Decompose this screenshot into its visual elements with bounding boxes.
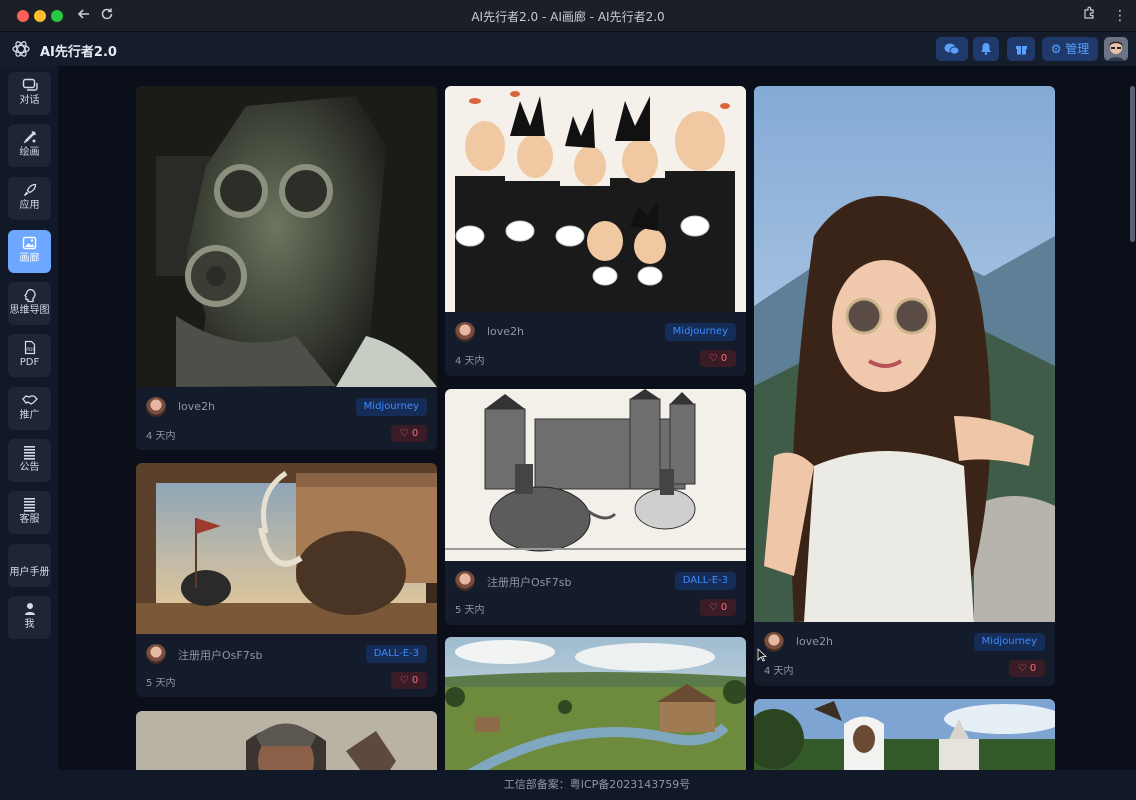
brand-title: AI先行者2.0 xyxy=(40,45,117,60)
heart-icon: ♡ xyxy=(1017,663,1027,674)
notification-button[interactable] xyxy=(973,37,999,61)
sidebar-item-pdf[interactable]: PDF PDF xyxy=(8,334,51,377)
author-avatar xyxy=(455,322,475,342)
gallery-card[interactable]: love2h Midjourney 4 天内 ♡ 0 xyxy=(136,86,437,450)
sidebar-item-manual[interactable]: 用户手册 xyxy=(8,544,51,587)
sidebar-item-promote[interactable]: 推广 xyxy=(8,387,51,430)
author-avatar xyxy=(455,571,475,591)
sidebar-item-me[interactable]: 我 xyxy=(8,596,51,639)
gallery-image[interactable] xyxy=(136,463,437,634)
author-name[interactable]: love2h xyxy=(796,635,833,648)
icp-record-link[interactable]: 工信部备案：粤ICP备2023143759号 xyxy=(504,778,691,791)
app-header: AI先行者2.0 ⚙ 管理 xyxy=(0,32,1136,66)
author-name[interactable]: love2h xyxy=(487,325,524,338)
sidebar-item-apps[interactable]: 应用 xyxy=(8,177,51,220)
chat-icon xyxy=(8,72,51,94)
like-button[interactable]: ♡ 0 xyxy=(391,672,427,689)
gallery-card[interactable] xyxy=(445,637,746,770)
like-button[interactable]: ♡ 0 xyxy=(1009,660,1045,677)
scrollbar[interactable] xyxy=(1130,86,1135,242)
card-meta: love2h Midjourney 4 天内 ♡ 0 xyxy=(136,387,437,450)
gallery-image[interactable] xyxy=(136,711,437,770)
paint-icon xyxy=(8,124,51,146)
like-button[interactable]: ♡ 0 xyxy=(391,425,427,442)
gift-button[interactable] xyxy=(1007,37,1035,61)
gallery-card[interactable]: 注册用户OsF7sb DALL-E-3 5 天内 ♡ 0 xyxy=(136,463,437,697)
handshake-icon xyxy=(8,387,51,409)
browser-titlebar: AI先行者2.0 - AI画廊 - AI先行者2.0 ⋮ xyxy=(0,0,1136,32)
gallery-card[interactable]: love2h Midjourney 4 天内 ♡ 0 xyxy=(445,86,746,376)
gallery-image[interactable] xyxy=(445,86,746,312)
author-avatar xyxy=(146,644,166,664)
post-time: 5 天内 xyxy=(146,678,176,689)
more-menu-icon[interactable]: ⋮ xyxy=(1110,6,1130,26)
admin-button[interactable]: ⚙ 管理 xyxy=(1042,37,1098,61)
heart-icon: ♡ xyxy=(708,353,718,364)
pdf-icon: PDF xyxy=(8,334,51,356)
like-button[interactable]: ♡ 0 xyxy=(700,599,736,616)
wechat-icon xyxy=(944,43,960,55)
notice-icon xyxy=(8,439,51,461)
model-badge: Midjourney xyxy=(664,323,736,341)
author-avatar xyxy=(764,632,784,652)
gallery-main: love2h Midjourney 4 天内 ♡ 0 注册用户OsF7sb DA… xyxy=(58,66,1136,770)
gallery-image[interactable] xyxy=(136,86,437,387)
heart-icon: ♡ xyxy=(708,602,718,613)
card-meta: love2h Midjourney 4 天内 ♡ 0 xyxy=(445,312,746,376)
sidebar: 对话 绘画 应用 画廊 思维导图 PDF PDF 推广 公告 客服 用户手册 我 xyxy=(0,66,58,800)
card-meta: 注册用户OsF7sb DALL-E-3 5 天内 ♡ 0 xyxy=(136,634,437,697)
gear-icon: ⚙ xyxy=(1050,42,1062,56)
author-name[interactable]: 注册用户OsF7sb xyxy=(178,647,262,663)
window-title: AI先行者2.0 - AI画廊 - AI先行者2.0 xyxy=(471,10,665,24)
gallery-card[interactable]: 注册用户OsF7sb DALL-E-3 5 天内 ♡ 0 xyxy=(445,389,746,625)
author-name[interactable]: love2h xyxy=(178,400,215,413)
heart-icon: ♡ xyxy=(399,675,409,686)
model-badge: Midjourney xyxy=(355,398,427,416)
gift-icon xyxy=(1015,46,1027,55)
sidebar-item-notice[interactable]: 公告 xyxy=(8,439,51,482)
support-icon xyxy=(8,491,51,513)
extensions-icon[interactable] xyxy=(1079,6,1099,26)
model-badge: DALL-E-3 xyxy=(365,645,427,663)
post-time: 4 天内 xyxy=(146,431,176,442)
post-time: 4 天内 xyxy=(455,356,485,367)
gallery-image[interactable] xyxy=(445,637,746,770)
rocket-icon xyxy=(8,177,51,199)
bell-icon xyxy=(981,43,991,55)
author-avatar xyxy=(146,397,166,417)
post-time: 5 天内 xyxy=(455,605,485,616)
gallery-image[interactable] xyxy=(754,699,1055,770)
wechat-button[interactable] xyxy=(936,37,968,61)
model-badge: Midjourney xyxy=(973,633,1045,651)
footer: 工信部备案：粤ICP备2023143759号 xyxy=(58,770,1136,800)
author-name[interactable]: 注册用户OsF7sb xyxy=(487,574,571,590)
gallery-icon xyxy=(8,230,51,252)
logo-icon xyxy=(12,41,30,57)
gallery-image[interactable] xyxy=(445,389,746,561)
mouse-cursor-icon xyxy=(757,648,767,662)
mindmap-icon xyxy=(8,282,51,304)
gallery-image[interactable] xyxy=(754,86,1055,622)
sidebar-item-chat[interactable]: 对话 xyxy=(8,72,51,115)
sidebar-item-mindmap[interactable]: 思维导图 xyxy=(8,282,51,325)
sidebar-item-gallery[interactable]: 画廊 xyxy=(8,230,51,273)
user-icon xyxy=(8,596,51,618)
like-button[interactable]: ♡ 0 xyxy=(700,350,736,367)
sidebar-item-paint[interactable]: 绘画 xyxy=(8,124,51,167)
card-meta: love2h Midjourney 4 天内 ♡ 0 xyxy=(754,622,1055,686)
admin-button-label: 管理 xyxy=(1065,42,1090,56)
card-meta: 注册用户OsF7sb DALL-E-3 5 天内 ♡ 0 xyxy=(445,561,746,625)
sidebar-item-support[interactable]: 客服 xyxy=(8,491,51,534)
user-avatar[interactable] xyxy=(1104,37,1128,61)
gallery-card[interactable] xyxy=(754,699,1055,770)
gallery-card[interactable]: love2h Midjourney 4 天内 ♡ 0 xyxy=(754,86,1055,686)
post-time: 4 天内 xyxy=(764,666,794,677)
heart-icon: ♡ xyxy=(399,428,409,439)
gallery-card[interactable] xyxy=(136,711,437,770)
model-badge: DALL-E-3 xyxy=(674,572,736,590)
svg-text:PDF: PDF xyxy=(26,347,35,353)
